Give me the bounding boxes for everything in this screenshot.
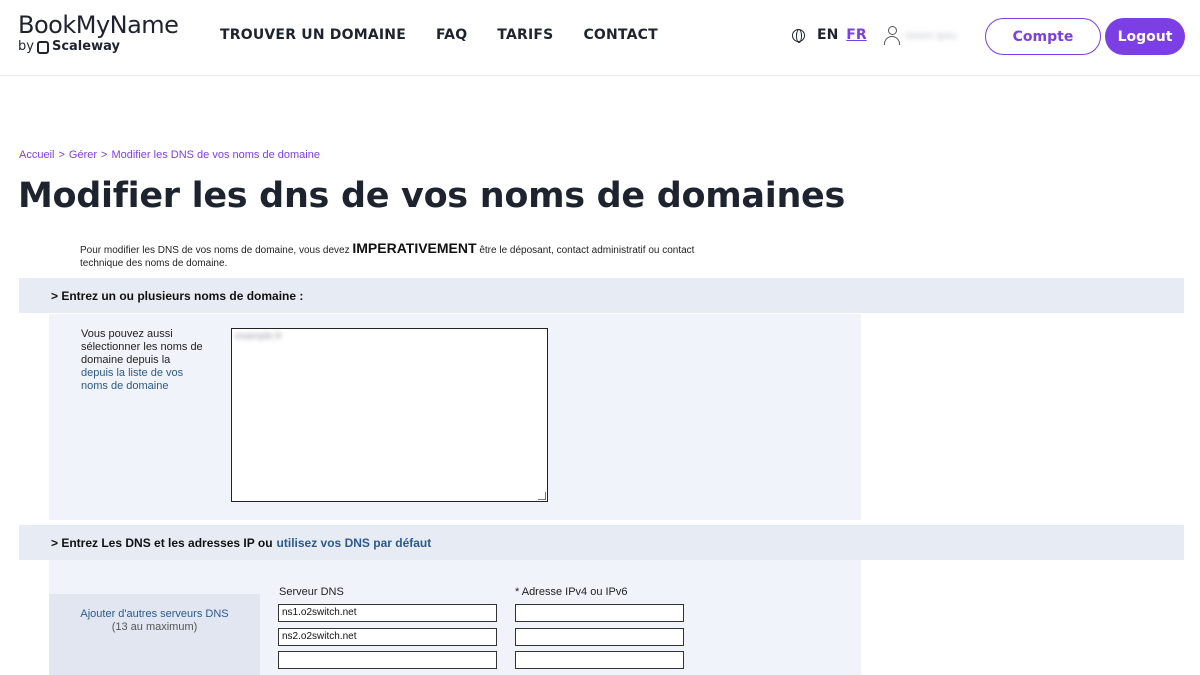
logo-by-text: by bbox=[18, 39, 34, 54]
compte-button[interactable]: Compte bbox=[985, 18, 1101, 55]
breadcrumb: Accueil > Gérer > Modifier les DNS de vo… bbox=[19, 149, 320, 161]
intro-emphasis: IMPERATIVEMENT bbox=[352, 240, 477, 256]
user-name: lorem ipsu bbox=[906, 30, 957, 42]
ip-address-input-3[interactable] bbox=[515, 651, 684, 669]
breadcrumb-separator: > bbox=[58, 149, 65, 161]
domain-list-link[interactable]: depuis la liste de vos noms de domaine bbox=[81, 367, 183, 392]
dns-server-column-label: Serveur DNS bbox=[279, 586, 344, 598]
ip-address-input-1[interactable] bbox=[515, 604, 684, 622]
user-menu[interactable]: lorem ipsu bbox=[884, 26, 957, 46]
nav-trouver-un-domaine[interactable]: TROUVER UN DOMAINE bbox=[220, 27, 406, 43]
logout-button[interactable]: Logout bbox=[1105, 18, 1185, 55]
default-dns-link[interactable]: utilisez vos DNS par défaut bbox=[277, 536, 432, 550]
language-switcher: EN FR bbox=[792, 27, 867, 43]
nav-faq[interactable]: FAQ bbox=[436, 27, 467, 43]
domain-names-value: example.fr bbox=[235, 331, 282, 342]
user-icon-head bbox=[888, 26, 897, 35]
page-title: Modifier les dns de vos noms de domaines bbox=[18, 176, 846, 216]
intro-text: Pour modifier les DNS de vos noms de dom… bbox=[80, 240, 720, 270]
site-header: BookMyName by Scaleway TROUVER UN DOMAIN… bbox=[0, 0, 1200, 76]
dns-server-input-2[interactable]: ns2.o2switch.net bbox=[278, 628, 497, 646]
lang-en-link[interactable]: EN bbox=[817, 27, 838, 43]
logo-byline: by Scaleway bbox=[18, 39, 178, 55]
scaleway-icon bbox=[36, 40, 49, 54]
add-dns-max-note: (13 au maximum) bbox=[111, 621, 198, 633]
breadcrumb-accueil[interactable]: Accueil bbox=[19, 149, 54, 161]
intro-before: Pour modifier les DNS de vos noms de dom… bbox=[80, 245, 353, 256]
user-icon bbox=[884, 26, 900, 46]
logo-scaleway-text: Scaleway bbox=[51, 39, 120, 54]
domain-names-textarea[interactable]: example.fr bbox=[231, 328, 548, 502]
add-dns-box: Ajouter d'autres serveurs DNS (13 au max… bbox=[49, 594, 260, 675]
domain-list-hint-text: Vous pouvez aussi sélectionner les noms … bbox=[81, 328, 203, 366]
ip-address-input-2[interactable] bbox=[515, 628, 684, 646]
breadcrumb-gerer[interactable]: Gérer bbox=[69, 149, 97, 161]
breadcrumb-separator: > bbox=[101, 149, 108, 161]
logo-wordmark: BookMyName bbox=[18, 11, 179, 39]
globe-icon bbox=[792, 28, 805, 43]
nav-contact[interactable]: CONTACT bbox=[583, 27, 657, 43]
resize-grip-icon[interactable] bbox=[538, 492, 546, 500]
lang-fr-link[interactable]: FR bbox=[846, 27, 866, 43]
breadcrumb-current: Modifier les DNS de vos noms de domaine bbox=[111, 149, 320, 161]
section1-title: > Entrez un ou plusieurs noms de domaine… bbox=[51, 288, 304, 303]
bookmyname-logo[interactable]: BookMyName by Scaleway bbox=[18, 11, 179, 55]
section-domain-names-header: > Entrez un ou plusieurs noms de domaine… bbox=[19, 278, 1184, 313]
main-nav: TROUVER UN DOMAINE FAQ TARIFS CONTACT bbox=[220, 27, 658, 43]
nav-tarifs[interactable]: TARIFS bbox=[497, 27, 553, 43]
dns-server-input-1[interactable]: ns1.o2switch.net bbox=[278, 604, 497, 622]
user-icon-body bbox=[884, 36, 900, 45]
add-dns-servers-link[interactable]: Ajouter d'autres serveurs DNS bbox=[49, 608, 260, 621]
section-dns-header: > Entrez Les DNS et les adresses IP ou u… bbox=[19, 525, 1184, 560]
domain-list-hint: Vous pouvez aussi sélectionner les noms … bbox=[81, 328, 211, 393]
ip-address-column-label: * Adresse IPv4 ou IPv6 bbox=[515, 586, 628, 598]
section2-title: > Entrez Les DNS et les adresses IP ou bbox=[51, 535, 273, 550]
dns-server-input-3[interactable] bbox=[278, 651, 497, 669]
